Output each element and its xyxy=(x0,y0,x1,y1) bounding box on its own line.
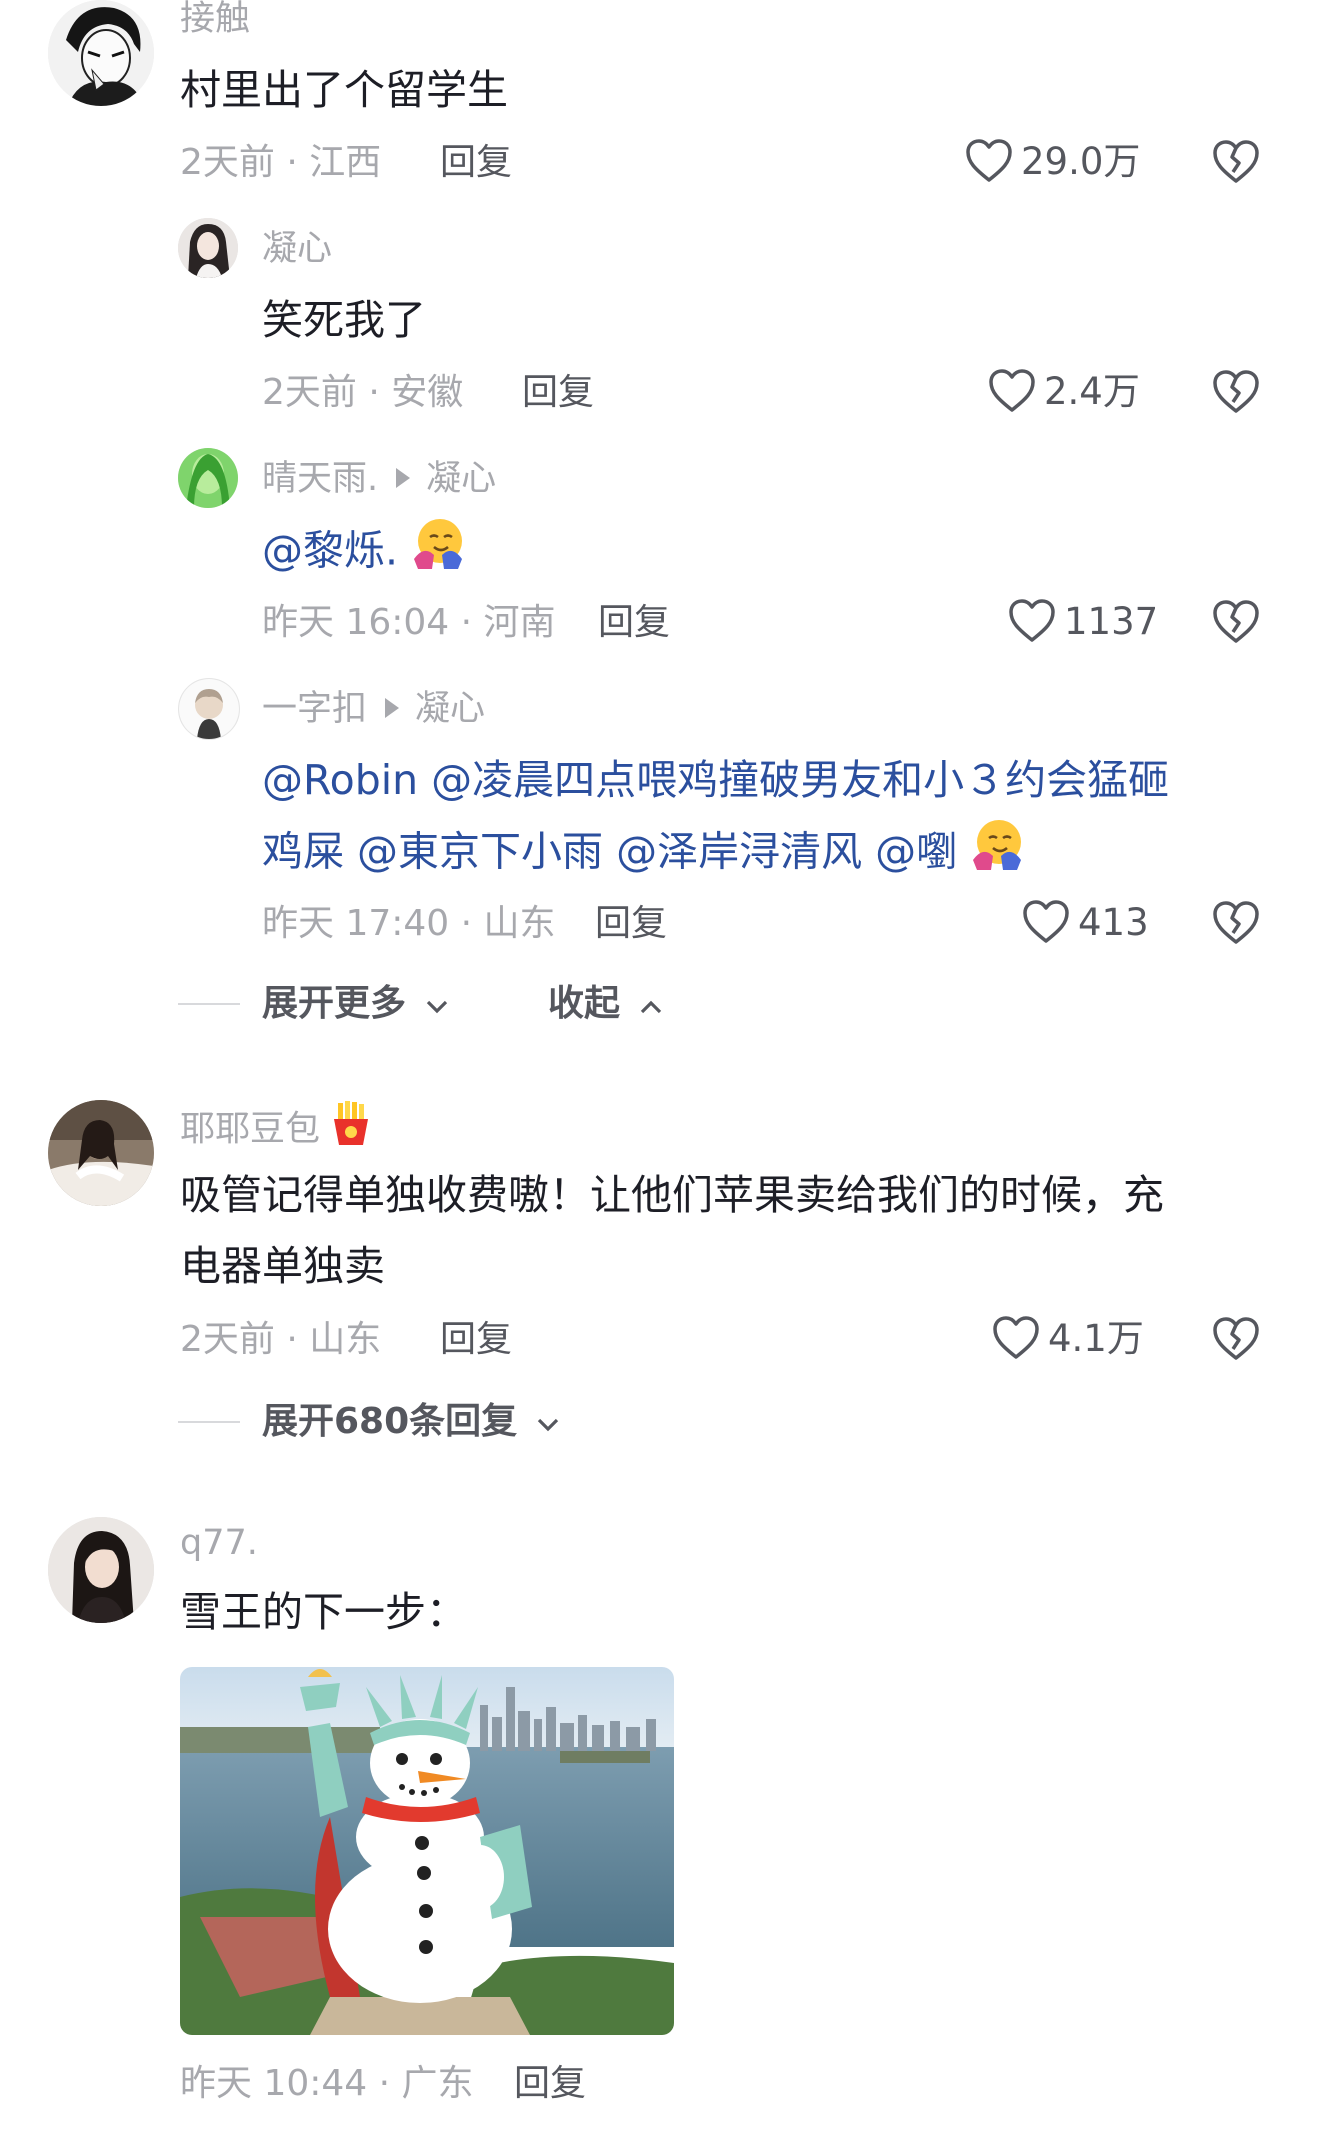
comment-username[interactable]: 接触 xyxy=(180,2,250,37)
dislike-button[interactable] xyxy=(1212,139,1260,185)
like-button[interactable]: 2.4万 xyxy=(988,368,1140,414)
reply-button[interactable]: 回复 xyxy=(522,375,594,411)
expand-replies-label: 展开680条回复 xyxy=(262,1401,518,1442)
broken-heart-icon xyxy=(1212,900,1260,946)
comment-text-line[interactable]: @Robin @凌晨四点喂鸡撞破男友和小３约会猛砸 xyxy=(262,745,1169,815)
hug-emoji-icon xyxy=(410,515,466,592)
comment-username[interactable]: q77. xyxy=(180,1526,258,1561)
dislike-button[interactable] xyxy=(1212,599,1260,645)
reply-button[interactable]: 回复 xyxy=(440,1322,512,1358)
reply-arrow-icon xyxy=(396,468,411,488)
like-count: 1137 xyxy=(1064,599,1159,643)
like-count: 2.4万 xyxy=(1044,369,1140,413)
comment-username-text: 一字扣 xyxy=(262,689,368,729)
chevron-down-icon xyxy=(425,987,449,1023)
comment-text-line: 鸡屎 @東京下小雨 @泽岸浔清风 @嚠 xyxy=(262,816,1025,893)
fries-badge-icon xyxy=(328,1099,374,1154)
heart-outline-icon xyxy=(992,1315,1040,1361)
comment-text-line: 吸管记得单独收费嗷！让他们苹果卖给我们的时候，充 xyxy=(180,1171,1164,1219)
comment-text: 村里出了个留学生 xyxy=(180,66,508,114)
collapse-label: 收起 xyxy=(548,983,621,1024)
comment-meta: 2天前 · 安徽 xyxy=(262,372,464,413)
heart-outline-icon xyxy=(1022,899,1070,945)
heart-outline-icon xyxy=(1008,598,1056,644)
broken-heart-icon xyxy=(1212,599,1260,645)
comment-text-line: 电器单独卖 xyxy=(180,1242,385,1290)
avatar[interactable] xyxy=(178,678,240,740)
avatar[interactable] xyxy=(178,218,238,278)
like-button[interactable]: 29.0万 xyxy=(965,138,1140,184)
like-count: 413 xyxy=(1078,900,1149,944)
like-button[interactable]: 1137 xyxy=(1008,598,1158,644)
comment-image[interactable] xyxy=(180,1667,674,2035)
like-button[interactable]: 4.1万 xyxy=(992,1315,1144,1361)
reply-button[interactable]: 回复 xyxy=(595,906,667,942)
heart-outline-icon xyxy=(965,138,1013,184)
dislike-button[interactable] xyxy=(1212,369,1260,415)
broken-heart-icon xyxy=(1212,1316,1260,1362)
broken-heart-icon xyxy=(1212,369,1260,415)
comment-text: 笑死我了 xyxy=(262,296,426,344)
reply-button[interactable]: 回复 xyxy=(514,2066,586,2102)
avatar[interactable] xyxy=(48,1517,154,1623)
like-count: 4.1万 xyxy=(1048,1316,1144,1360)
hug-emoji-icon xyxy=(969,816,1025,893)
like-button[interactable]: 413 xyxy=(1022,899,1149,945)
reply-button[interactable]: 回复 xyxy=(440,145,512,181)
comment-username[interactable]: 耶耶豆包 xyxy=(180,1101,374,1154)
avatar[interactable] xyxy=(178,448,238,508)
like-count: 29.0万 xyxy=(1021,139,1141,183)
comment-username-text: 耶耶豆包 xyxy=(180,1109,321,1150)
heart-outline-icon xyxy=(988,368,1036,414)
reply-target-username[interactable]: 凝心 xyxy=(415,689,485,729)
expand-more-button[interactable]: 展开更多 xyxy=(262,986,449,1023)
comment-username-text: 晴天雨. xyxy=(262,459,379,499)
reply-button[interactable]: 回复 xyxy=(598,605,670,641)
expand-more-label: 展开更多 xyxy=(262,983,407,1024)
thread-divider xyxy=(178,1421,240,1423)
comment-username[interactable]: 一字扣 凝心 xyxy=(262,692,485,727)
comment-username[interactable]: 晴天雨. 凝心 xyxy=(262,462,496,497)
avatar[interactable] xyxy=(48,0,154,106)
expand-replies-button[interactable]: 展开680条回复 xyxy=(262,1404,560,1441)
comment-text: @黎烁. xyxy=(262,515,466,592)
comment-meta: 2天前 · 江西 xyxy=(180,142,382,183)
broken-heart-icon xyxy=(1212,139,1260,185)
mention-link[interactable]: @黎烁. xyxy=(262,527,398,575)
collapse-button[interactable]: 收起 xyxy=(548,986,663,1023)
comment-meta: 昨天 17:40 · 山东 xyxy=(262,903,556,944)
comment-meta: 2天前 · 山东 xyxy=(180,1319,382,1360)
chevron-up-icon xyxy=(639,987,663,1023)
dislike-button[interactable] xyxy=(1212,1316,1260,1362)
chevron-down-icon xyxy=(536,1405,560,1441)
dislike-button[interactable] xyxy=(1212,900,1260,946)
comment-meta: 昨天 16:04 · 河南 xyxy=(262,602,556,643)
reply-arrow-icon xyxy=(385,698,400,718)
avatar[interactable] xyxy=(48,1100,154,1206)
thread-divider xyxy=(178,1003,240,1005)
mention-link[interactable]: 鸡屎 @東京下小雨 @泽岸浔清风 @嚠 xyxy=(262,828,957,876)
comment-username[interactable]: 凝心 xyxy=(262,232,332,267)
reply-target-username[interactable]: 凝心 xyxy=(426,459,496,499)
comment-text: 雪王的下一步： xyxy=(180,1588,467,1636)
comment-meta: 昨天 10:44 · 广东 xyxy=(180,2063,474,2104)
